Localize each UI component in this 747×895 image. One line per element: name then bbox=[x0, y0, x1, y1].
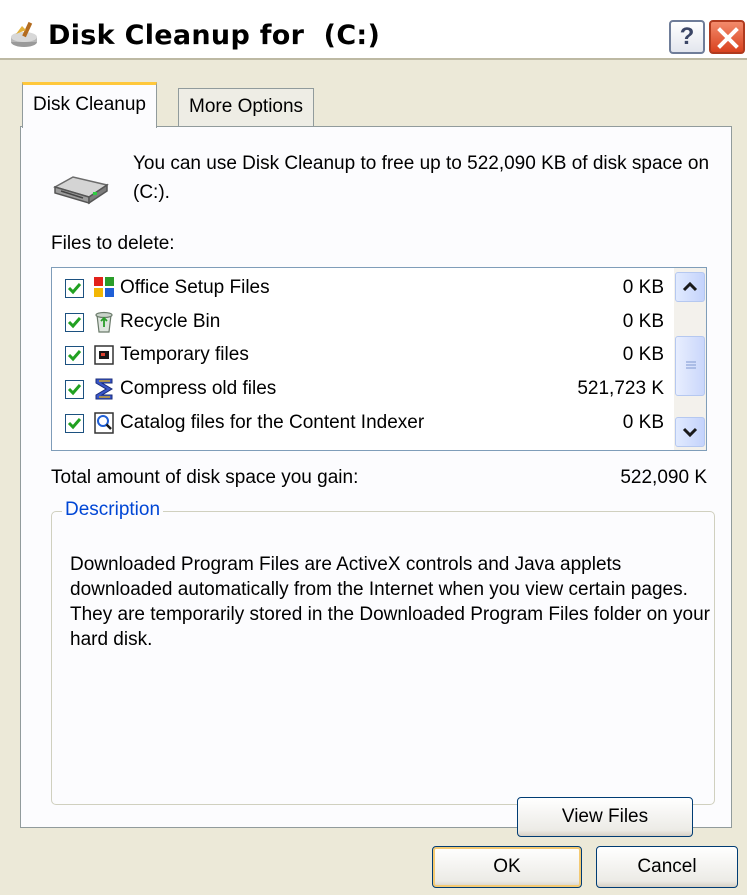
list-item[interactable]: Temporary files 0 KB bbox=[52, 339, 674, 372]
item-label: Compress old files bbox=[120, 378, 277, 399]
item-label: Temporary files bbox=[120, 344, 249, 365]
description-legend: Description bbox=[62, 499, 164, 521]
total-label: Total amount of disk space you gain: bbox=[51, 467, 359, 488]
ok-button[interactable]: OK bbox=[432, 846, 582, 888]
office-setup-icon bbox=[94, 277, 114, 297]
checkmark-icon bbox=[67, 350, 82, 362]
chevron-down-icon bbox=[682, 427, 698, 438]
grip-icon bbox=[686, 361, 696, 369]
list-item[interactable]: Compress old files 521,723 K bbox=[52, 373, 674, 406]
item-size: 0 KB bbox=[622, 412, 664, 433]
list-item[interactable]: Recycle Bin 0 KB bbox=[52, 306, 674, 339]
help-button[interactable]: ? bbox=[669, 20, 705, 54]
scroll-down-button[interactable] bbox=[675, 417, 705, 447]
total-value: 522,090 K bbox=[620, 467, 707, 488]
close-icon bbox=[717, 27, 739, 49]
item-label: Office Setup Files bbox=[120, 277, 270, 298]
tab-disk-cleanup[interactable]: Disk Cleanup bbox=[22, 82, 157, 128]
files-to-delete-label: Files to delete: bbox=[51, 233, 175, 254]
list-item[interactable]: Catalog files for the Content Indexer 0 … bbox=[52, 407, 674, 440]
window-title: Disk Cleanup for (C:) bbox=[48, 20, 381, 51]
dialog-body: Disk Cleanup More Options You can use Di… bbox=[0, 58, 747, 895]
disk-cleanup-icon bbox=[11, 21, 37, 47]
chevron-up-icon bbox=[682, 281, 698, 292]
item-size: 521,723 K bbox=[577, 378, 664, 399]
checkbox[interactable] bbox=[65, 380, 84, 399]
checkbox[interactable] bbox=[65, 346, 84, 365]
tab-more-options[interactable]: More Options bbox=[178, 88, 315, 126]
checkmark-icon bbox=[67, 283, 82, 295]
files-to-delete-list[interactable]: Office Setup Files 0 KB Recycle Bin 0 KB bbox=[51, 267, 707, 451]
scroll-up-button[interactable] bbox=[675, 272, 705, 302]
checkmark-icon bbox=[67, 384, 82, 396]
item-size: 0 KB bbox=[622, 277, 664, 298]
item-label: Catalog files for the Content Indexer bbox=[120, 412, 425, 433]
vertical-scrollbar[interactable] bbox=[674, 268, 706, 450]
catalog-icon bbox=[94, 412, 114, 434]
item-size: 0 KB bbox=[622, 311, 664, 332]
item-size: 0 KB bbox=[622, 344, 664, 365]
intro-text: You can use Disk Cleanup to free up to 5… bbox=[133, 153, 710, 203]
checkbox[interactable] bbox=[65, 279, 84, 298]
checkmark-icon bbox=[67, 418, 82, 430]
close-button[interactable] bbox=[709, 20, 745, 54]
description-text: Downloaded Program Files are ActiveX con… bbox=[70, 554, 710, 650]
tab-panel: You can use Disk Cleanup to free up to 5… bbox=[20, 126, 732, 837]
hard-drive-icon bbox=[53, 176, 109, 205]
temporary-files-icon bbox=[94, 345, 114, 365]
recycle-bin-icon bbox=[95, 311, 113, 333]
checkbox[interactable] bbox=[65, 414, 84, 433]
checkbox[interactable] bbox=[65, 313, 84, 332]
view-files-button[interactable]: View Files bbox=[517, 797, 693, 837]
scroll-thumb[interactable] bbox=[675, 336, 705, 396]
list-item[interactable]: Office Setup Files 0 KB bbox=[52, 272, 674, 305]
description-group: Description Downloaded Program Files are… bbox=[51, 499, 715, 805]
cancel-button[interactable]: Cancel bbox=[596, 846, 738, 888]
compress-icon bbox=[95, 378, 113, 400]
checkmark-icon bbox=[67, 317, 82, 329]
item-label: Recycle Bin bbox=[120, 311, 221, 332]
